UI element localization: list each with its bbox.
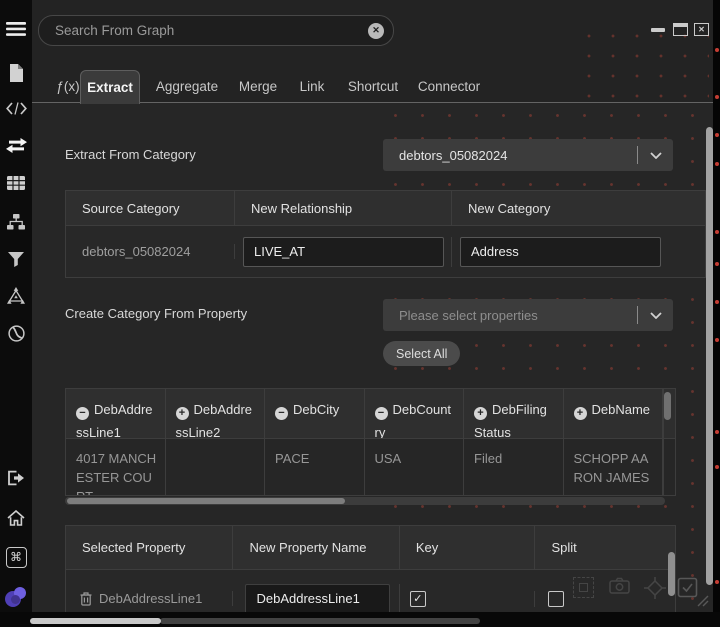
property-column-header[interactable]: +DebAddressLine2 <box>166 389 266 438</box>
tab-extract[interactable]: Extract <box>80 70 140 104</box>
selection-area-icon <box>573 577 594 598</box>
column-header: New Property Name <box>233 526 399 569</box>
search-input[interactable] <box>39 23 368 38</box>
sitemap-icon[interactable] <box>0 210 32 234</box>
plus-circle-icon: + <box>574 407 587 420</box>
column-header: New Category <box>452 191 705 225</box>
app-logo[interactable] <box>0 585 32 609</box>
table-grid-icon[interactable] <box>0 171 32 195</box>
clear-search-icon[interactable]: ✕ <box>368 23 384 39</box>
property-sample-value: PACE <box>265 439 365 495</box>
delete-icon[interactable] <box>80 592 92 606</box>
tab-shortcut[interactable]: Shortcut <box>341 70 405 103</box>
selected-properties-table: Selected Property New Property Name Key … <box>65 525 676 612</box>
logout-icon[interactable] <box>0 466 32 490</box>
selected-property-name: DebAddressLine1 <box>99 591 202 606</box>
content-vscrollbar[interactable] <box>706 127 713 585</box>
main-panel: ✕ ✕ ƒ(x) Extract Aggregate Merge Link Sh… <box>32 0 713 612</box>
network-triangle-icon[interactable] <box>0 283 32 307</box>
table-scroll-gutter <box>663 439 675 495</box>
new-category-input[interactable] <box>460 237 661 267</box>
chevron-down-icon <box>650 152 662 159</box>
property-column-header[interactable]: +DebFilingStatus <box>464 389 564 438</box>
properties-select[interactable]: Please select properties <box>383 299 673 331</box>
tab-link[interactable]: Link <box>292 70 332 103</box>
select-all-button[interactable]: Select All <box>383 341 460 366</box>
column-header: Key <box>400 526 536 569</box>
properties-table: −DebAddressLine1 +DebAddressLine2 −DebCi… <box>65 388 676 496</box>
home-icon[interactable] <box>0 506 32 530</box>
page-hscrollbar-track <box>160 618 480 624</box>
properties-table-vscrollbar[interactable] <box>664 392 671 420</box>
command-key-icon[interactable]: ⌘ <box>0 545 32 569</box>
document-icon[interactable] <box>0 61 32 85</box>
properties-select-placeholder: Please select properties <box>383 308 637 323</box>
property-sample-value: USA <box>365 439 465 495</box>
property-sample-value: SCHOPP AARON JAMES <box>564 439 664 495</box>
column-header: Selected Property <box>66 526 233 569</box>
mapping-table: Source Category New Relationship New Cat… <box>65 190 706 278</box>
chevron-down-icon <box>650 312 662 319</box>
close-button[interactable]: ✕ <box>694 23 709 36</box>
property-column-header[interactable]: −DebAddressLine1 <box>66 389 166 438</box>
property-column-header[interactable]: +DebName <box>564 389 664 438</box>
property-sample-value: Filed <box>464 439 564 495</box>
property-column-header[interactable]: −DebCity <box>265 389 365 438</box>
bottom-scroll-area <box>0 612 720 627</box>
minus-circle-icon: − <box>275 407 288 420</box>
properties-table-hscrollbar <box>65 497 665 505</box>
left-toolbar: ⌘ <box>0 0 32 612</box>
dot-pattern <box>577 26 709 100</box>
column-header: Split <box>535 526 675 569</box>
window-edge <box>713 0 720 627</box>
split-checkbox[interactable] <box>548 591 564 607</box>
menu-icon[interactable] <box>0 17 32 41</box>
table-row: 4017 MANCHESTER COURT PACE USA Filed SCH… <box>66 439 675 495</box>
table-row: debtors_05082024 <box>66 226 705 277</box>
source-category-value: debtors_05082024 <box>66 244 235 259</box>
property-sample-value <box>166 439 266 495</box>
minus-circle-icon: − <box>375 407 388 420</box>
column-header: New Relationship <box>235 191 452 225</box>
plus-circle-icon: + <box>176 407 189 420</box>
new-relationship-input[interactable] <box>243 237 444 267</box>
extract-from-category-label: Extract From Category <box>65 147 196 162</box>
category-select-value: debtors_05082024 <box>383 148 637 163</box>
minus-circle-icon: − <box>76 407 89 420</box>
new-property-name-input[interactable] <box>245 584 390 613</box>
property-column-header[interactable]: −DebCountry <box>365 389 465 438</box>
tab-connector[interactable]: Connector <box>413 70 485 103</box>
minimize-button[interactable] <box>651 28 665 32</box>
app-window: ⌘ ✕ ✕ ƒ(x) Extract Aggregate Merge Link <box>0 0 720 627</box>
hscrollbar-thumb[interactable] <box>67 498 345 504</box>
code-icon[interactable] <box>0 96 32 120</box>
page-hscrollbar-thumb[interactable] <box>30 618 161 624</box>
create-category-from-property-label: Create Category From Property <box>65 306 247 321</box>
column-header: Source Category <box>66 191 235 225</box>
tab-aggregate[interactable]: Aggregate <box>150 70 224 103</box>
globe-icon[interactable] <box>0 321 32 345</box>
resize-grip[interactable] <box>694 592 709 612</box>
plus-circle-icon: + <box>474 407 487 420</box>
property-sample-value: 4017 MANCHESTER COURT <box>66 439 166 495</box>
tab-merge[interactable]: Merge <box>232 70 284 103</box>
filter-icon[interactable] <box>0 247 32 271</box>
key-checkbox[interactable]: ✓ <box>410 591 426 607</box>
graph-search: ✕ <box>38 15 394 46</box>
selected-table-vscrollbar[interactable] <box>668 552 675 596</box>
camera-icon <box>609 577 630 598</box>
maximize-button[interactable] <box>673 23 688 36</box>
swap-arrows-icon[interactable] <box>0 133 32 157</box>
crosshair-icon <box>644 577 665 598</box>
category-select[interactable]: debtors_05082024 <box>383 139 673 171</box>
